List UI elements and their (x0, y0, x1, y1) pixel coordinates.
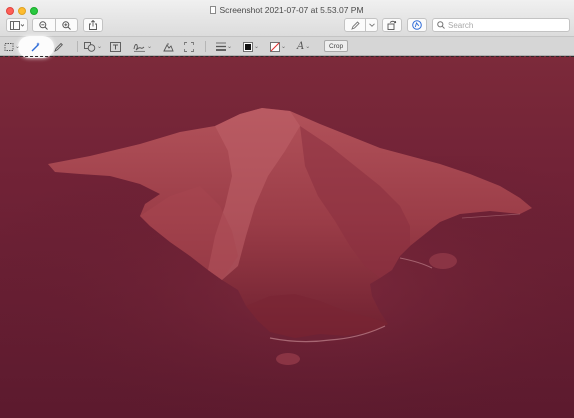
rotate-icon (387, 20, 397, 30)
adjust-color-button[interactable] (163, 40, 174, 53)
share-button[interactable] (83, 18, 103, 32)
adjust-color-icon (163, 42, 174, 51)
text-tool-button[interactable] (110, 40, 121, 53)
instant-alpha-icon (31, 41, 40, 51)
adjust-size-icon (184, 41, 194, 52)
chevron-down-icon: ⌄ (147, 44, 153, 50)
document-icon (210, 6, 217, 14)
border-color-icon (243, 41, 253, 52)
islet (429, 253, 457, 269)
zoom-in-icon (62, 20, 71, 30)
chevron-down-icon: ⌄ (281, 44, 287, 50)
shape-style-icon (216, 42, 226, 51)
shapes-button[interactable]: ⌄ (84, 40, 102, 53)
rectangular-selection-icon (4, 42, 14, 51)
search-input[interactable] (448, 20, 558, 30)
chevron-down-icon: ⌄ (254, 44, 260, 50)
zoom-out-button[interactable] (33, 19, 55, 31)
sign-button[interactable]: ⌄ (133, 40, 152, 53)
share-icon (89, 20, 97, 30)
zoom-out-icon (39, 20, 49, 30)
islet (276, 353, 300, 365)
zoom-in-button[interactable] (54, 19, 78, 31)
shape-style-button[interactable]: ⌄ (216, 40, 232, 53)
text-style-button[interactable]: A ⌄ (297, 40, 310, 53)
chevron-down-icon: ⌄ (227, 44, 233, 50)
markup-icon (412, 20, 422, 30)
pen-dropdown[interactable] (344, 18, 378, 32)
sidebar-icon (10, 20, 24, 30)
pen-icon (350, 20, 360, 30)
fill-color-icon (270, 41, 280, 52)
chevron-down-icon (368, 23, 375, 27)
pen-menu-arrow[interactable] (365, 19, 377, 31)
selection-tool-button[interactable]: ⌄ (4, 40, 20, 53)
rotate-button[interactable] (382, 18, 402, 32)
shapes-icon (84, 41, 96, 52)
text-icon (110, 41, 121, 52)
catalina-island-image (0, 56, 574, 418)
border-color-button[interactable]: ⌄ (243, 40, 259, 53)
toolbar-divider (205, 41, 206, 52)
sign-icon (133, 43, 145, 52)
toolbar-divider (77, 41, 78, 52)
adjust-size-button[interactable] (184, 40, 194, 53)
instant-alpha-button[interactable] (30, 40, 42, 53)
text-style-icon: A (297, 41, 305, 52)
zoom-control (32, 18, 78, 32)
preview-window: Screenshot 2021-07-07 at 5.53.07 PM Sear… (0, 0, 574, 418)
window-title: Screenshot 2021-07-07 at 5.53.07 PM (219, 5, 364, 15)
sketch-icon (54, 42, 63, 52)
search-field[interactable] (432, 18, 570, 32)
pen-button[interactable] (345, 19, 365, 31)
selection-marquee (0, 56, 574, 57)
sketch-button[interactable] (54, 40, 63, 53)
crop-button[interactable]: Crop (324, 40, 349, 52)
window-title-area: Screenshot 2021-07-07 at 5.53.07 PM (0, 5, 574, 16)
title-bar: Screenshot 2021-07-07 at 5.53.07 PM (0, 0, 574, 37)
chevron-down-icon: ⌄ (305, 44, 311, 50)
image-canvas[interactable] (0, 56, 574, 418)
sidebar-toggle-button[interactable] (6, 18, 28, 32)
fill-color-button[interactable]: ⌄ (270, 40, 286, 53)
search-icon (437, 21, 445, 29)
markup-button[interactable] (407, 18, 427, 32)
chevron-down-icon: ⌄ (15, 44, 21, 50)
chevron-down-icon: ⌄ (97, 44, 103, 50)
